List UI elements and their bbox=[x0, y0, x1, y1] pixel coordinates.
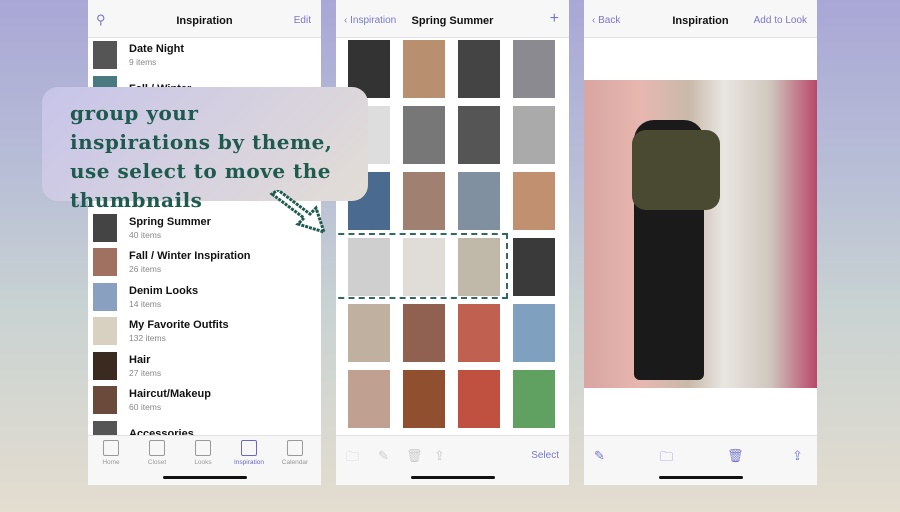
collection-name: Haircut/Makeup bbox=[129, 388, 211, 401]
collection-thumbnail bbox=[93, 317, 117, 346]
inspiration-thumbnail[interactable] bbox=[403, 304, 445, 362]
collection-count: 27 items bbox=[129, 367, 162, 378]
collection-item[interactable]: My Favorite Outfits 132 items bbox=[88, 314, 321, 349]
add-button[interactable]: + bbox=[550, 10, 559, 28]
home-icon bbox=[103, 440, 119, 456]
inspiration-thumbnail[interactable] bbox=[513, 40, 555, 98]
collection-thumbnail bbox=[93, 386, 117, 415]
home-indicator bbox=[163, 476, 247, 479]
nav-bar: ⚲ Inspiration Edit bbox=[88, 0, 321, 38]
collection-item[interactable]: Haircut/Makeup 60 items bbox=[88, 383, 321, 418]
edit-button[interactable]: Edit bbox=[294, 15, 311, 26]
tab-looks[interactable]: Looks bbox=[180, 440, 226, 466]
inspiration-thumbnail[interactable] bbox=[458, 40, 500, 98]
inspiration-thumbnail[interactable] bbox=[458, 370, 500, 428]
inspiration-thumbnail[interactable] bbox=[403, 370, 445, 428]
inspiration-thumbnail[interactable] bbox=[403, 106, 445, 164]
back-button[interactable]: ‹ Inspiration bbox=[344, 15, 396, 26]
inspiration-thumbnail[interactable] bbox=[513, 172, 555, 230]
inspiration-thumbnail[interactable] bbox=[513, 238, 555, 296]
inspiration-thumbnail[interactable] bbox=[513, 304, 555, 362]
tab-closet[interactable]: Closet bbox=[134, 440, 180, 466]
edit-icon[interactable]: ✎ bbox=[594, 448, 605, 464]
inspiration-thumbnail[interactable] bbox=[403, 172, 445, 230]
pointer-arrow-icon bbox=[269, 190, 327, 235]
page-title: Spring Summer bbox=[411, 14, 494, 27]
inspiration-thumbnail[interactable] bbox=[403, 40, 445, 98]
inspiration-thumbnail[interactable] bbox=[348, 370, 390, 428]
trash-icon[interactable]: 🗑 bbox=[727, 448, 744, 464]
collection-count: 60 items bbox=[129, 402, 162, 413]
inspiration-thumbnail[interactable] bbox=[458, 304, 500, 362]
page-title: Inspiration bbox=[176, 14, 233, 27]
tab-label: Inspiration bbox=[234, 459, 264, 466]
selection-box bbox=[336, 233, 508, 299]
callout-banner: group your inspirations by theme, use se… bbox=[42, 87, 368, 212]
calendar-icon bbox=[287, 440, 303, 456]
collection-name: Spring Summer bbox=[129, 215, 211, 228]
nav-bar: ‹ Back Inspiration Add to Look bbox=[584, 0, 817, 38]
closet-icon bbox=[149, 440, 165, 456]
back-label: Back bbox=[598, 15, 621, 26]
inspiration-thumbnail[interactable] bbox=[458, 172, 500, 230]
tab-label: Closet bbox=[147, 459, 167, 466]
collection-thumbnail bbox=[93, 282, 117, 311]
collection-name: My Favorite Outfits bbox=[129, 319, 229, 332]
home-indicator bbox=[411, 476, 495, 479]
back-label: Inspiration bbox=[350, 15, 397, 26]
collection-thumbnail bbox=[93, 213, 117, 242]
collection-thumbnail bbox=[93, 248, 117, 277]
inspiration-thumbnail[interactable] bbox=[513, 370, 555, 428]
folder-icon[interactable]: 🗀 bbox=[660, 448, 673, 470]
search-icon[interactable]: ⚲ bbox=[96, 12, 106, 28]
tab-label: Looks bbox=[194, 459, 212, 466]
collection-detail-screen: ‹ Inspiration Spring Summer + 🗀 ✎ 🗑 ⇪ Se… bbox=[336, 0, 569, 485]
collection-name: Fall / Winter Inspiration bbox=[129, 250, 251, 263]
share-icon[interactable]: ⇪ bbox=[434, 448, 445, 464]
collection-name: Denim Looks bbox=[129, 284, 199, 297]
collection-thumbnail bbox=[93, 351, 117, 380]
tab-label: Calendar bbox=[281, 459, 309, 466]
collection-item[interactable]: Denim Looks 14 items bbox=[88, 280, 321, 315]
looks-icon bbox=[195, 440, 211, 456]
collection-count: 14 items bbox=[129, 298, 162, 309]
inspiration-thumbnail[interactable] bbox=[458, 106, 500, 164]
collection-name: Date Night bbox=[129, 43, 184, 56]
collections-screen: ⚲ Inspiration Edit Date Night9 items Fall… bbox=[88, 0, 321, 485]
tab-inspiration[interactable]: Inspiration bbox=[226, 440, 272, 466]
inspiration-photo bbox=[584, 80, 817, 388]
photo-detail-screen: ‹ Back Inspiration Add to Look ✎ 🗀 🗑 ⇪ bbox=[584, 0, 817, 485]
tab-label: Home bbox=[102, 459, 120, 466]
collection-count: 132 items bbox=[129, 333, 166, 344]
share-icon[interactable]: ⇪ bbox=[792, 448, 803, 464]
folder-icon[interactable]: 🗀 bbox=[346, 448, 359, 470]
trash-icon[interactable]: 🗑 bbox=[406, 448, 423, 464]
inspiration-thumbnail[interactable] bbox=[348, 304, 390, 362]
collection-count: 26 items bbox=[129, 264, 162, 275]
tab-home[interactable]: Home bbox=[88, 440, 134, 466]
edit-icon[interactable]: ✎ bbox=[378, 448, 389, 464]
collection-item[interactable]: Date Night 9 items bbox=[88, 38, 321, 73]
tab-calendar[interactable]: Calendar bbox=[272, 440, 318, 466]
page-title: Inspiration bbox=[672, 14, 729, 27]
collection-item[interactable]: Fall / Winter Inspiration 26 items bbox=[88, 245, 321, 280]
select-button[interactable]: Select bbox=[531, 450, 559, 461]
collection-thumbnail bbox=[93, 41, 117, 70]
collection-item[interactable]: Hair 27 items bbox=[88, 349, 321, 384]
inspiration-thumbnail[interactable] bbox=[513, 106, 555, 164]
home-indicator bbox=[659, 476, 743, 479]
collection-count: 40 items bbox=[129, 229, 162, 240]
collection-name: Hair bbox=[129, 353, 151, 366]
add-to-look-button[interactable]: Add to Look bbox=[754, 15, 807, 26]
inspiration-icon bbox=[241, 440, 257, 456]
back-button[interactable]: ‹ Back bbox=[592, 15, 620, 26]
nav-bar: ‹ Inspiration Spring Summer + bbox=[336, 0, 569, 38]
collection-count: 9 items bbox=[129, 57, 157, 68]
